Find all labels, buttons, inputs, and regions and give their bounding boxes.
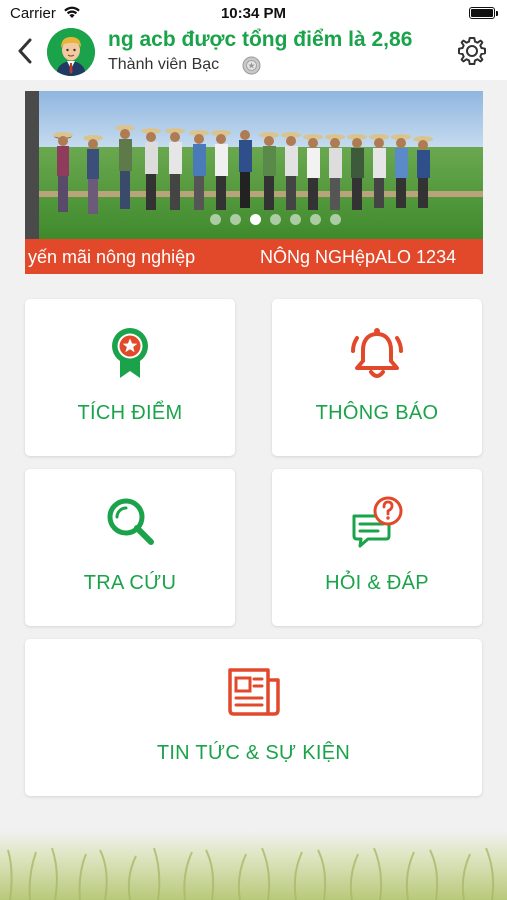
header: ng acb được tổng điểm là 2,868 Thành viê… [0,26,507,80]
lookup-tile[interactable]: TRA CỨU [25,469,235,626]
notifications-tile[interactable]: THÔNG BÁO [272,299,482,456]
gear-icon [458,37,486,65]
member-level-label: Thành viên Bạc [108,56,220,73]
banner-dot[interactable] [270,214,281,225]
banner-pagination[interactable] [210,214,341,225]
banner-dot[interactable] [230,214,241,225]
points-tile-label: TÍCH ĐIỂM [77,402,183,424]
qa-tile-label: HỎI & ĐÁP [325,572,429,594]
promo-banner[interactable]: yến mãi nông nghiệp NÔNg NGHệpALO 1234 [25,91,483,274]
user-avatar-icon [47,28,95,76]
points-marquee: ng acb được tổng điểm là 2,868 [108,28,413,51]
qa-tile[interactable]: HỎI & ĐÁP [272,469,482,626]
silver-badge-icon [242,56,261,75]
points-tile[interactable]: TÍCH ĐIỂM [25,299,235,456]
banner-dot[interactable] [290,214,301,225]
status-time: 10:34 PM [220,5,287,22]
newspaper-icon [227,668,280,716]
news-events-tile[interactable]: TIN TỨC & SỰ KIỆN [25,639,482,796]
settings-button[interactable] [455,34,489,68]
news-ticker[interactable]: yến mãi nông nghiệp NÔNg NGHệpALO 1234 [25,239,483,274]
banner-dot-active[interactable] [250,214,261,225]
chat-question-icon [352,496,403,548]
news-events-tile-label: TIN TỨC & SỰ KIỆN [156,742,351,764]
notifications-tile-label: THÔNG BÁO [315,402,439,424]
avatar[interactable] [47,28,95,76]
back-button[interactable] [12,36,38,66]
banner-dot[interactable] [210,214,221,225]
battery-icon [469,7,498,19]
ticker-text-right: NÔNg NGHệpALO 1234 [260,247,457,267]
lookup-tile-label: TRA CỨU [83,572,177,594]
search-icon [107,498,154,545]
banner-dot[interactable] [310,214,321,225]
ticker-text-left: yến mãi nông nghiệp [28,247,196,267]
chevron-left-icon [18,38,32,64]
banner-dot[interactable] [330,214,341,225]
rice-field-decoration [0,830,507,900]
status-bar: Carrier 10:34 PM [0,0,507,26]
award-ribbon-icon [112,328,148,378]
bell-icon [351,328,403,378]
